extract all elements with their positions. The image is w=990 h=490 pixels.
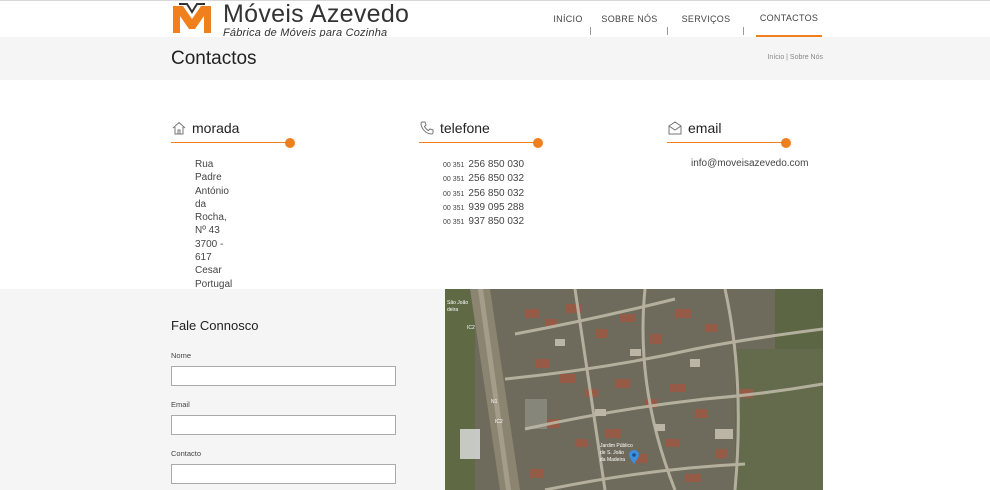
brand-logo[interactable]: Móveis Azevedo Fábrica de Móveis para Co…: [171, 0, 410, 39]
section-dot: [285, 138, 295, 148]
phone-number-row[interactable]: 00 351 937 850 032: [443, 215, 524, 229]
phone-number: 937 850 032: [468, 216, 525, 228]
phone-number-row[interactable]: 00 351 256 850 032: [443, 187, 524, 201]
section-divider: [419, 142, 539, 143]
country-code: 00 351: [443, 219, 465, 227]
nav-item-label: CONTACTOS: [759, 12, 819, 23]
address-line: Rocha, Nº 43: [195, 212, 227, 237]
address-title: morada: [192, 120, 240, 136]
map-label: deira: [447, 307, 458, 313]
country-code: 00 351: [443, 204, 465, 212]
name-label: Nome: [171, 351, 192, 360]
page-title: Contactos: [171, 48, 257, 69]
logo-mark-icon: [173, 3, 211, 33]
main-nav: INÍCIO SOBRE NÓS SERVIÇOS CONTACTOS: [545, 0, 822, 37]
email-title: email: [688, 120, 722, 136]
phone-number-row[interactable]: 00 351 939 095 288: [443, 201, 524, 215]
email-field[interactable]: [171, 415, 396, 435]
nav-item-label: SOBRE NÓS: [601, 13, 658, 24]
phone-number: 256 850 032: [468, 187, 525, 199]
nav-item-sobre-nos[interactable]: SOBRE NÓS: [591, 0, 668, 37]
breadcrumb[interactable]: Início | Sobre Nós: [767, 54, 823, 61]
contact-label: Contacto: [171, 449, 202, 458]
email-label: Email: [171, 400, 190, 409]
phone-list: 00 351 256 850 030 00 351 256 850 032 00 3…: [443, 158, 524, 229]
nav-item-label: SERVIÇOS: [681, 13, 731, 24]
section-dot: [781, 138, 791, 148]
phone-number-row[interactable]: 00 351 256 850 032: [443, 172, 524, 186]
address-line: Rua Padre António da: [195, 159, 229, 210]
name-field[interactable]: [171, 366, 396, 386]
brand-name: Móveis Azevedo: [223, 0, 410, 28]
country-code: 00 351: [443, 190, 465, 198]
phone-number: 939 095 288: [468, 201, 525, 213]
page-title-bar: Contactos Início | Sobre Nós: [0, 37, 990, 80]
map-label: Jardim Público: [600, 443, 633, 449]
phone-number: 256 850 030: [468, 159, 525, 170]
map-label: IC2: [495, 419, 503, 425]
section-divider: [667, 142, 787, 143]
phone-icon: [420, 121, 434, 135]
map-label: IC2: [467, 325, 475, 331]
phone-number-row[interactable]: 00 351 256 850 030: [443, 158, 524, 172]
nav-item-inicio[interactable]: INÍCIO: [545, 0, 591, 37]
country-code: 00 351: [443, 176, 465, 184]
nav-separator: [743, 27, 744, 35]
contact-phone-block: telefone 00 351 256 850 030 00 351 256 850…: [419, 118, 543, 227]
section-divider: [171, 142, 291, 143]
map-label: São João: [447, 300, 468, 306]
nav-item-contactos[interactable]: CONTACTOS: [756, 0, 822, 37]
nav-item-label: INÍCIO: [553, 13, 583, 24]
phone-number: 256 850 032: [468, 173, 525, 185]
phone-title: telefone: [440, 120, 490, 136]
email-address[interactable]: info@moveisazevedo.com: [691, 158, 808, 169]
contact-address-block: morada Rua Padre António da Rocha, Nº 43…: [171, 118, 295, 290]
contact-email-block: email info@moveisazevedo.com: [667, 118, 808, 169]
section-dot: [533, 138, 543, 148]
address-line: 3700 - 617 Cesar: [195, 238, 224, 277]
address-text: Rua Padre António da Rocha, Nº 43 3700 -…: [195, 158, 239, 291]
country-code: 00 351: [443, 162, 465, 169]
home-icon: [172, 121, 186, 135]
map-label: de S. João: [600, 450, 624, 456]
map-pin-icon[interactable]: [629, 450, 639, 464]
map-label: N1: [491, 399, 498, 405]
map-label: da Madeira: [600, 457, 625, 463]
nav-item-servicos[interactable]: SERVIÇOS: [668, 0, 744, 37]
form-title: Fale Connosco: [171, 318, 259, 333]
top-border: [0, 0, 990, 1]
contact-field[interactable]: [171, 464, 396, 484]
envelope-icon: [668, 121, 682, 135]
